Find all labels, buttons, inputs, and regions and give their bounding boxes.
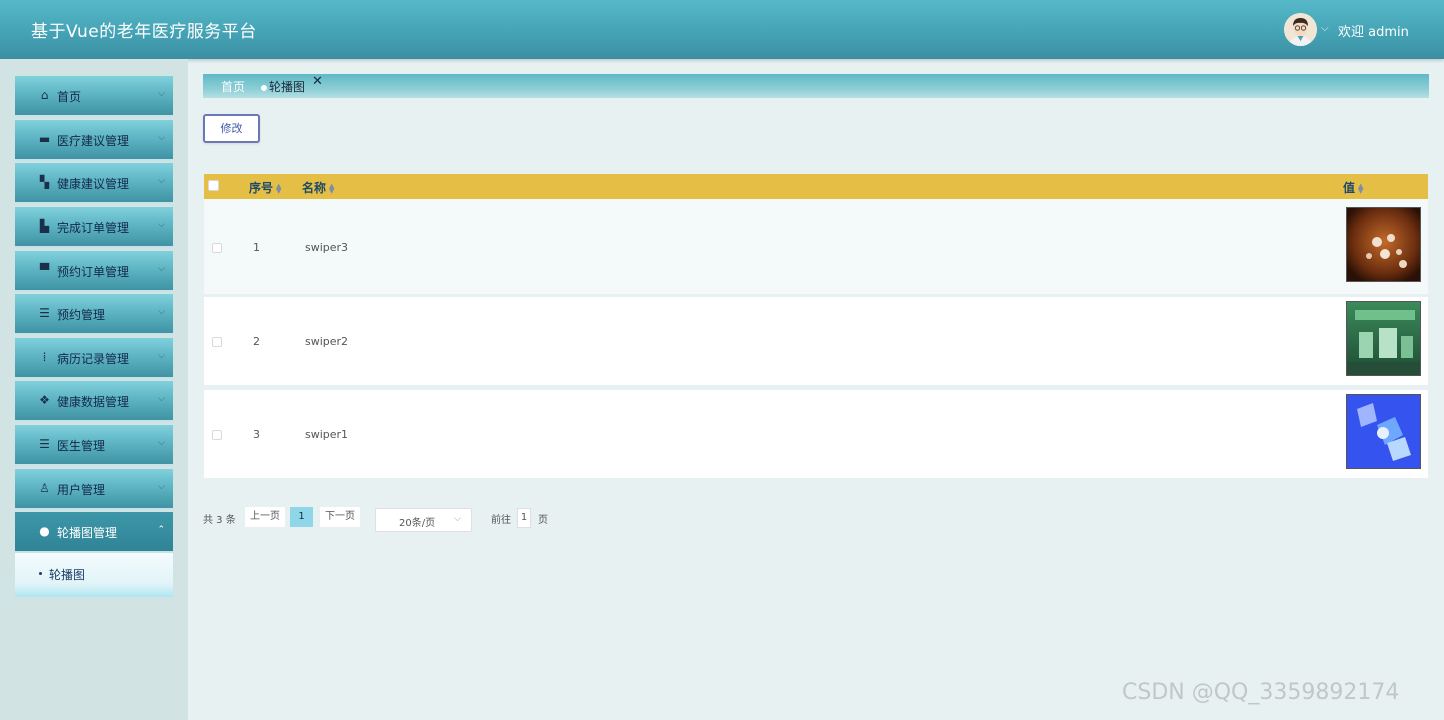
chevron-down-icon: ⌵ (158, 176, 165, 186)
archive-icon: ▬ (38, 132, 51, 146)
sidebar-item-home[interactable]: ⌂ 首页 ⌵ (15, 76, 173, 117)
sidebar: ⌂ 首页 ⌵ ▬ 医疗建议管理 ⌵ ▚ 健康建议管理 ⌵ ▙ 完成订单管理 ⌵ … (0, 59, 188, 720)
tab-home[interactable]: 首页 (221, 78, 245, 95)
tab-carousel[interactable]: 轮播图 (261, 78, 305, 95)
pagination-total: 共 3 条 (203, 515, 236, 526)
grid-icon: ⁞ (42, 350, 47, 364)
sidebar-item-health-advice[interactable]: ▚ 健康建议管理 ⌵ (15, 163, 173, 204)
chevron-down-icon: ⌵ (158, 220, 165, 230)
sidebar-subitem-carousel[interactable]: 轮播图 (15, 553, 173, 597)
page-number-current[interactable]: 1 (290, 507, 313, 527)
badge-icon: ♙ (39, 481, 50, 495)
row-index: 2 (253, 335, 260, 348)
sidebar-item-doctors[interactable]: ☰ 医生管理 ⌵ (15, 425, 173, 466)
circle-plus-icon: ● (39, 524, 50, 538)
sidebar-item-booking-orders[interactable]: ▀ 预约订单管理 ⌵ (15, 251, 173, 292)
row-name: swiper3 (305, 241, 349, 254)
sidebar-item-medical-records[interactable]: ⁞ 病历记录管理 ⌵ (15, 338, 173, 379)
sort-icon[interactable]: ▲ ▼ (1358, 182, 1365, 194)
row-name: swiper2 (305, 335, 349, 348)
row-checkbox[interactable] (212, 337, 222, 347)
sidebar-item-label: 健康数据管理 (57, 395, 130, 409)
user-avatar-icon[interactable] (1284, 13, 1317, 46)
goto-label: 前往 (491, 515, 511, 526)
apps-icon: ❖ (39, 393, 50, 407)
chevron-down-icon: ⌵ (158, 438, 165, 448)
sidebar-item-label: 完成订单管理 (57, 221, 130, 235)
sidebar-item-label: 预约管理 (57, 308, 106, 322)
sidebar-item-users[interactable]: ♙ 用户管理 ⌵ (15, 469, 173, 510)
app-title: 基于Vue的老年医疗服务平台 (31, 22, 257, 42)
chart-bar-icon: ▙ (39, 219, 50, 233)
chevron-down-icon: ⌵ (158, 264, 165, 274)
sidebar-item-label: 轮播图管理 (57, 526, 118, 540)
next-page-button[interactable]: 下一页 (320, 507, 360, 527)
window-icon: ▀ (39, 263, 50, 277)
stack-icon: ☰ (39, 437, 50, 451)
row-index: 3 (253, 428, 260, 441)
goto-page-input[interactable]: 1 (517, 508, 531, 528)
swiper1-thumbnail[interactable] (1346, 394, 1421, 469)
welcome-text[interactable]: 欢迎 admin (1338, 21, 1409, 40)
prev-page-button[interactable]: 上一页 (245, 507, 285, 527)
chevron-down-icon[interactable]: ⌵ (1321, 23, 1329, 34)
table-row[interactable]: 2 swiper2 (204, 297, 1428, 385)
sort-icon[interactable]: ▲ ▼ (276, 182, 283, 194)
chevron-down-icon: ⌵ (454, 514, 461, 524)
sidebar-item-label: 健康建议管理 (57, 177, 130, 191)
bullet-icon (39, 572, 42, 575)
column-header-value[interactable]: 值 ▲ ▼ (1343, 179, 1365, 196)
chevron-down-icon: ⌵ (158, 482, 165, 492)
sidebar-item-medical-advice[interactable]: ▬ 医疗建议管理 ⌵ (15, 120, 173, 161)
sidebar-item-label: 医生管理 (57, 439, 106, 453)
swiper3-thumbnail[interactable] (1346, 207, 1421, 282)
page-size-select[interactable]: 20条/页 ⌵ (375, 508, 472, 532)
swiper2-thumbnail[interactable] (1346, 301, 1421, 376)
sidebar-item-label: 预约订单管理 (57, 265, 130, 279)
select-all-checkbox[interactable] (208, 180, 219, 191)
page-suffix-label: 页 (538, 515, 548, 526)
row-name: swiper1 (305, 428, 349, 441)
table-header: 序号 ▲ ▼ 名称 ▲ ▼ 值 ▲ ▼ (204, 174, 1428, 199)
row-checkbox[interactable] (212, 430, 222, 440)
page-size-label: 20条/页 (399, 518, 436, 529)
server-icon: ☰ (39, 306, 50, 320)
sidebar-item-health-data[interactable]: ❖ 健康数据管理 ⌵ (15, 381, 173, 422)
active-dot-icon (261, 84, 267, 91)
sidebar-item-label: 用户管理 (57, 483, 106, 497)
tab-carousel-label: 轮播图 (269, 80, 306, 94)
chevron-down-icon: ⌵ (158, 307, 165, 317)
edit-button[interactable]: 修改 (203, 114, 260, 143)
top-header: 基于Vue的老年医疗服务平台 ⌵ 欢迎 admin (0, 0, 1444, 59)
sidebar-item-label: 医疗建议管理 (57, 134, 130, 148)
tab-bar: 首页 轮播图 ✕ (203, 74, 1429, 98)
chevron-down-icon: ⌵ (158, 133, 165, 143)
table-row[interactable]: 1 swiper3 (204, 199, 1428, 294)
sidebar-item-completed-orders[interactable]: ▙ 完成订单管理 ⌵ (15, 207, 173, 248)
watermark: CSDN @QQ_3359892174 (1122, 680, 1400, 705)
close-icon[interactable]: ✕ (312, 74, 323, 89)
table-row[interactable]: 3 swiper1 (204, 390, 1428, 478)
sort-icon[interactable]: ▲ ▼ (329, 182, 336, 194)
sidebar-item-label: 病历记录管理 (57, 352, 130, 366)
chevron-down-icon: ⌵ (158, 394, 165, 404)
row-checkbox[interactable] (212, 243, 222, 253)
chevron-down-icon: ⌵ (158, 89, 165, 99)
sidebar-item-label: 首页 (57, 90, 82, 104)
chevron-up-icon: ⌃ (157, 525, 165, 535)
sidebar-subitem-label: 轮播图 (49, 568, 86, 582)
column-header-name[interactable]: 名称 ▲ ▼ (302, 179, 336, 196)
sidebar-item-carousel[interactable]: ● 轮播图管理 ⌃ (15, 512, 173, 553)
row-index: 1 (253, 241, 260, 254)
home-icon: ⌂ (40, 88, 49, 102)
sidebar-item-bookings[interactable]: ☰ 预约管理 ⌵ (15, 294, 173, 335)
dashboard-icon: ▚ (39, 175, 50, 189)
column-header-index[interactable]: 序号 ▲ ▼ (249, 179, 283, 196)
chevron-down-icon: ⌵ (158, 351, 165, 361)
